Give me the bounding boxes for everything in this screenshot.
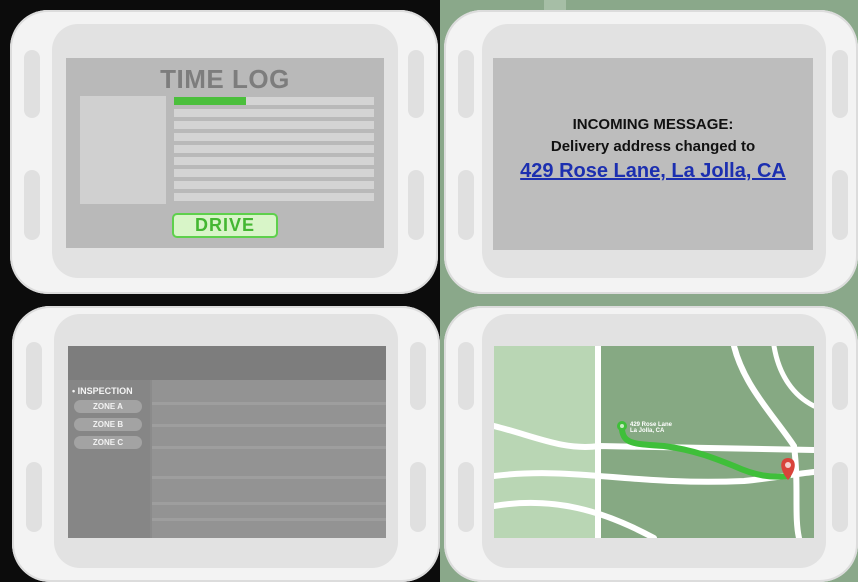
panel-map: 429 Rose Lane La Jolla, CA [440,298,858,582]
row-divider [152,476,386,479]
destination-pin-dot [785,462,791,468]
right-grip-top [410,342,426,410]
log-line [174,157,374,165]
photo-placeholder [80,96,166,204]
origin-pin-dot [620,424,624,428]
row-divider [152,402,386,405]
log-line [174,145,374,153]
tablet-bezel: 429 Rose Lane La Jolla, CA [482,314,826,568]
message-heading: INCOMING MESSAGE: [572,116,734,133]
log-line [174,193,374,201]
origin-pin-icon[interactable] [617,421,627,431]
row-divider [152,518,386,521]
right-grip-top [408,50,424,118]
log-line [174,109,374,117]
zone-b-button[interactable]: ZONE B [74,418,142,431]
row-divider [152,446,386,449]
time-log-screen: TIME LOG DRIVE [66,58,384,248]
right-grip-bottom [832,170,848,240]
left-grip-bottom [458,170,474,240]
tablet-device: • INSPECTION ZONE A ZONE B ZONE C [12,306,440,582]
inspection-menu-heading: • INSPECTION [72,386,133,396]
drive-button[interactable]: DRIVE [172,213,278,238]
log-line [174,121,374,129]
left-grip-top [458,50,474,118]
tablet-device: 429 Rose Lane La Jolla, CA [444,306,858,582]
tablet-bezel: • INSPECTION ZONE A ZONE B ZONE C [54,314,398,568]
destination-label-line2: La Jolla, CA [630,428,665,434]
row-divider [152,424,386,427]
left-grip-bottom [26,462,42,532]
progress-bar [174,97,246,105]
tablet-bezel: TIME LOG DRIVE [52,24,398,278]
left-grip-top [24,50,40,118]
left-grip-bottom [24,170,40,240]
panel-incoming-message: INCOMING MESSAGE: Delivery address chang… [440,0,858,298]
panel-time-log: TIME LOG DRIVE [0,0,440,298]
right-grip-bottom [832,462,848,532]
time-log-title: TIME LOG [160,64,290,94]
inspection-header-bar [68,346,386,380]
tablet-device: TIME LOG DRIVE [10,10,438,294]
right-grip-bottom [410,462,426,532]
log-line [174,133,374,141]
right-grip-top [832,342,848,410]
left-grip-top [458,342,474,410]
zone-c-button[interactable]: ZONE C [74,436,142,449]
map-canvas [494,346,814,538]
left-grip-top [26,342,42,410]
left-grip-bottom [458,462,474,532]
map-screen[interactable]: 429 Rose Lane La Jolla, CA [494,346,814,538]
row-divider [152,502,386,505]
log-line [174,181,374,189]
inspection-screen: • INSPECTION ZONE A ZONE B ZONE C [68,346,386,538]
address-link[interactable]: 429 Rose Lane, La Jolla, CA [520,160,786,182]
message-body: Delivery address changed to [550,138,756,155]
inspection-rows-area [152,380,386,538]
right-grip-top [832,50,848,118]
zone-a-button[interactable]: ZONE A [74,400,142,413]
log-line [174,169,374,177]
right-grip-bottom [408,170,424,240]
panel-inspection: • INSPECTION ZONE A ZONE B ZONE C [0,298,440,582]
message-screen: INCOMING MESSAGE: Delivery address chang… [493,58,813,250]
tablet-device: INCOMING MESSAGE: Delivery address chang… [444,10,858,294]
tablet-bezel: INCOMING MESSAGE: Delivery address chang… [482,24,826,278]
